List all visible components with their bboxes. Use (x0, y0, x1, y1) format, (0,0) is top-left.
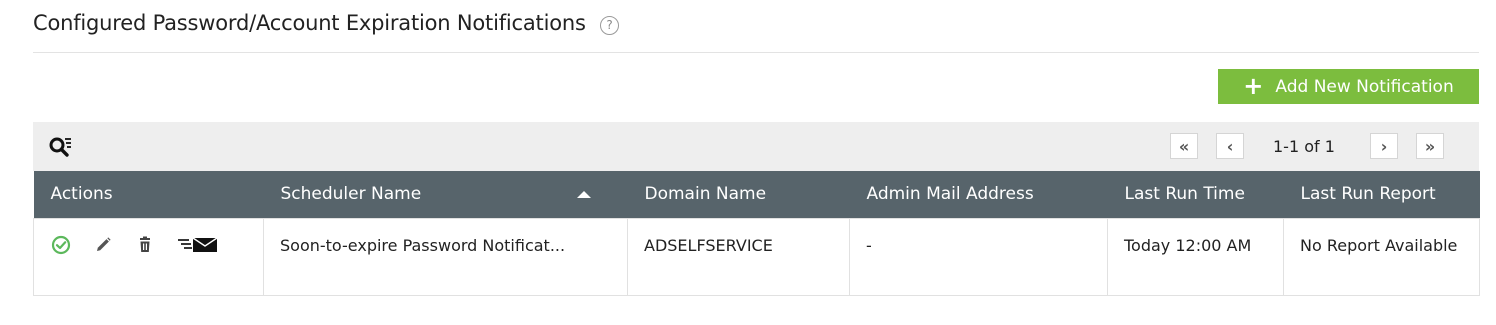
page-title: Configured Password/Account Expiration N… (33, 11, 586, 35)
prev-page-button[interactable]: ‹ (1216, 133, 1244, 159)
last-run-time-cell: Today 12:00 AM (1107, 217, 1284, 296)
col-header-last-run-report[interactable]: Last Run Report (1283, 171, 1480, 218)
chevron-left-icon: ‹ (1226, 136, 1234, 156)
help-icon[interactable]: ? (600, 16, 619, 35)
delete-icon[interactable] (134, 234, 156, 256)
sort-ascending-icon (576, 191, 591, 198)
enable-status-icon[interactable] (50, 234, 72, 256)
col-header-admin-mail[interactable]: Admin Mail Address (849, 171, 1108, 218)
col-header-scheduler-name-label: Scheduler Name (280, 184, 422, 205)
col-header-scheduler-name[interactable]: Scheduler Name (263, 171, 628, 218)
title-divider (33, 52, 1479, 53)
search-filter-icon[interactable] (48, 135, 72, 159)
next-page-button[interactable]: › (1370, 133, 1398, 159)
page-range: 1-1 of 1 (1273, 137, 1335, 156)
add-new-notification-button[interactable]: + Add New Notification (1218, 69, 1479, 104)
send-mail-icon[interactable] (176, 234, 220, 256)
scheduler-name-cell[interactable]: Soon-to-expire Password Notificat... (263, 217, 628, 296)
table-row: Soon-to-expire Password Notificat... ADS… (33, 217, 1480, 296)
notifications-table: Actions Scheduler Name Domain Name Admin… (33, 171, 1480, 296)
col-header-domain-name[interactable]: Domain Name (627, 171, 850, 218)
actions-cell (33, 217, 264, 296)
add-new-notification-label: Add New Notification (1275, 76, 1454, 97)
table-header-row: Actions Scheduler Name Domain Name Admin… (33, 171, 1480, 218)
first-page-button[interactable]: « (1170, 133, 1198, 159)
plus-icon: + (1243, 71, 1264, 100)
col-header-actions: Actions (33, 171, 264, 218)
table-toolbar: « ‹ 1-1 of 1 › » (33, 122, 1479, 171)
double-chevron-left-icon: « (1178, 136, 1190, 156)
col-header-last-run-time[interactable]: Last Run Time (1107, 171, 1284, 218)
double-chevron-right-icon: » (1424, 136, 1436, 156)
edit-icon[interactable] (92, 234, 114, 256)
last-page-button[interactable]: » (1416, 133, 1444, 159)
last-run-report-cell: No Report Available (1283, 217, 1480, 296)
chevron-right-icon: › (1380, 136, 1388, 156)
admin-mail-cell: - (849, 217, 1108, 296)
domain-name-cell: ADSELFSERVICE (627, 217, 850, 296)
